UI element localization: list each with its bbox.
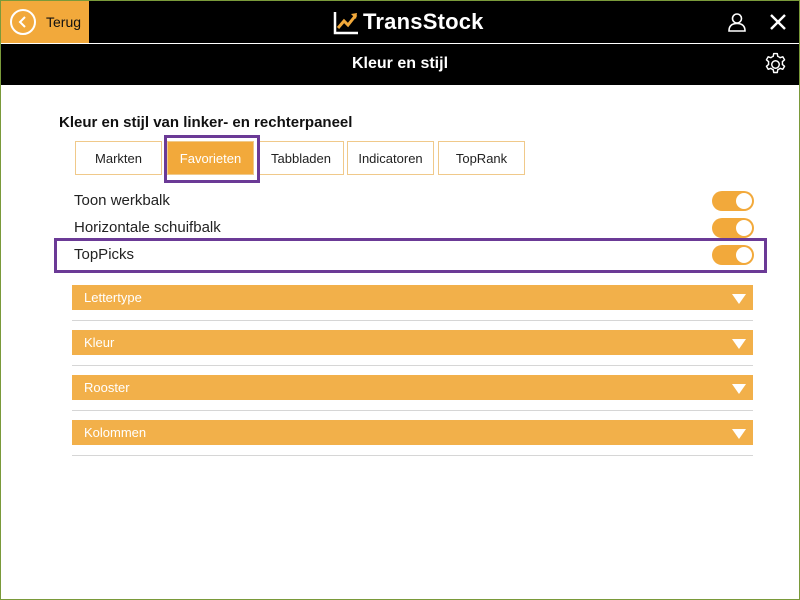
toppicks-toggle[interactable] bbox=[712, 245, 754, 265]
tab-toprank[interactable]: TopRank bbox=[438, 141, 525, 175]
toggle-label: Horizontale schuifbalk bbox=[74, 219, 221, 236]
toggle-knob bbox=[736, 220, 752, 236]
app-logo: TransStock bbox=[333, 8, 484, 36]
tab-markten[interactable]: Markten bbox=[75, 141, 162, 175]
accordion-kolommen[interactable]: Kolommen bbox=[72, 420, 753, 445]
chevron-down-icon bbox=[732, 429, 746, 439]
chevron-down-icon bbox=[732, 339, 746, 349]
top-bar: Terug TransStock bbox=[1, 1, 799, 43]
toggle-row-toppicks: TopPicks bbox=[74, 244, 754, 266]
app-window: Terug TransStock Kleur en stijl Kleur en bbox=[0, 0, 800, 600]
accordion-kleur[interactable]: Kleur bbox=[72, 330, 753, 355]
divider bbox=[72, 320, 753, 321]
page-title: Kleur en stijl bbox=[351, 55, 449, 72]
gear-icon[interactable] bbox=[763, 52, 788, 77]
back-label: Terug bbox=[46, 14, 82, 30]
divider bbox=[72, 410, 753, 411]
logo-chart-icon bbox=[333, 12, 358, 35]
scrollbar-toggle[interactable] bbox=[712, 218, 754, 238]
divider bbox=[72, 365, 753, 366]
back-icon bbox=[10, 9, 36, 35]
chevron-down-icon bbox=[732, 384, 746, 394]
chevron-down-icon bbox=[732, 294, 746, 304]
accordion-label: Lettertype bbox=[84, 290, 142, 305]
divider bbox=[72, 455, 753, 456]
user-icon[interactable] bbox=[727, 12, 747, 32]
app-name: TransStock bbox=[363, 9, 484, 34]
title-bar: Kleur en stijl bbox=[1, 44, 799, 85]
toggle-knob bbox=[736, 247, 752, 263]
tab-favorieten[interactable]: Favorieten bbox=[167, 141, 254, 175]
toggle-label: Toon werkbalk bbox=[74, 192, 170, 209]
accordion-rooster[interactable]: Rooster bbox=[72, 375, 753, 400]
accordion-label: Kolommen bbox=[84, 425, 147, 440]
accordion-label: Rooster bbox=[84, 380, 130, 395]
toolbar-toggle[interactable] bbox=[712, 191, 754, 211]
tab-tabbladen[interactable]: Tabbladen bbox=[258, 141, 344, 175]
back-button[interactable]: Terug bbox=[1, 1, 89, 43]
toggle-row-werkbalk: Toon werkbalk bbox=[74, 190, 754, 212]
toggle-knob bbox=[736, 193, 752, 209]
accordion-lettertype[interactable]: Lettertype bbox=[72, 285, 753, 310]
toggle-label: TopPicks bbox=[74, 246, 135, 263]
tab-indicatoren[interactable]: Indicatoren bbox=[347, 141, 434, 175]
close-icon[interactable] bbox=[768, 12, 788, 32]
accordion-label: Kleur bbox=[84, 335, 115, 350]
section-heading: Kleur en stijl van linker- en rechterpan… bbox=[59, 114, 353, 131]
toggle-row-schuifbalk: Horizontale schuifbalk bbox=[74, 217, 754, 239]
